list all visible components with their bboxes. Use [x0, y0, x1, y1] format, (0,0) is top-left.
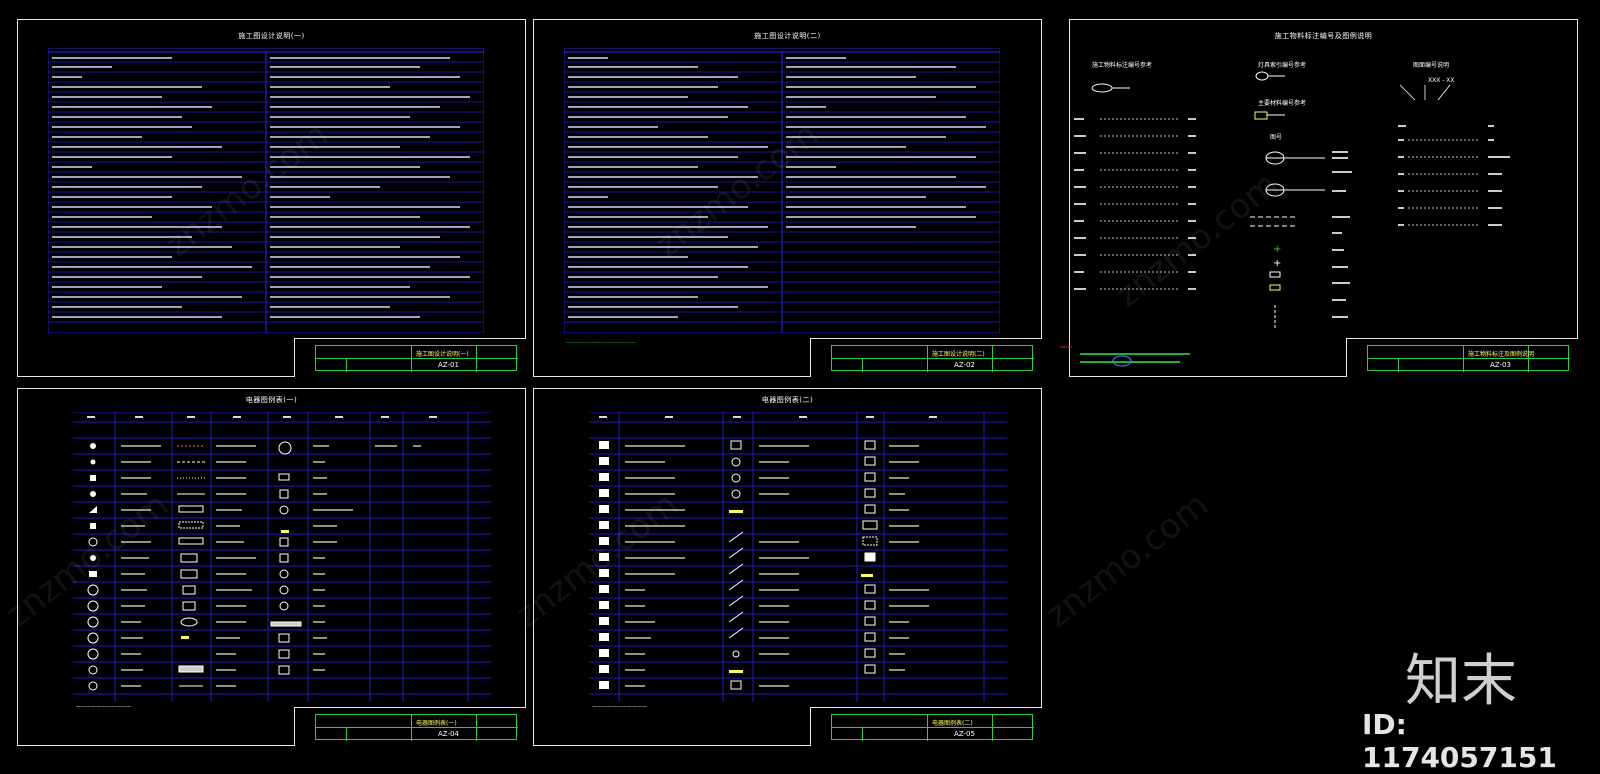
sheet-4-table-graphic [73, 412, 491, 702]
drawing-sheet-5[interactable]: 电器图例表(二) ——————————— 电器图例表(二) AZ-05 [533, 388, 1042, 746]
svg-text:+: + [1273, 244, 1281, 255]
sheet-4-name: 电器图例表(一) [416, 720, 457, 727]
sheet-5-code: AZ-05 [954, 730, 975, 738]
sheet-3-footnote-graphic [1060, 346, 1190, 367]
asset-id: ID: 1174057151 [1362, 708, 1557, 774]
sheet-4-note: ——————————— [76, 704, 131, 710]
brand-logo: 知末 [1405, 649, 1517, 714]
sheet-3-name: 施工物料标注及图例说明 [1468, 351, 1535, 358]
sheet-5-name: 电器图例表(二) [932, 720, 973, 727]
legend-symbols-graphic: + + [1074, 71, 1510, 330]
sheet-4-titleblock: 电器图例表(一) AZ-04 [315, 714, 518, 741]
sheet-5-legend-table [589, 412, 1007, 702]
sheet-5-table-graphic [589, 412, 1007, 702]
drawing-sheet-3[interactable]: 施工物料标注编号及图例说明 施工物料标注编号参考 灯具索引编号参考 主要材料编号… [1069, 19, 1578, 377]
sheet-3-titleblock: 施工物料标注及图例说明 AZ-03 [1367, 345, 1570, 372]
sheet-2-titleblock: 施工图设计说明(二) AZ-02 [831, 345, 1034, 372]
sheet-3-code: AZ-03 [1490, 361, 1511, 369]
sheet-2-text-panel [564, 48, 1000, 333]
sheet-1-code: AZ-01 [438, 361, 459, 369]
sheet-2-code: AZ-02 [954, 361, 975, 369]
sheet-2-name: 施工图设计说明(二) [932, 351, 985, 358]
sheet-5-note: ——————————— [592, 704, 647, 710]
sheet-5-titleblock: 电器图例表(二) AZ-05 [831, 714, 1034, 741]
sheet-1-text-panel [48, 48, 484, 333]
legend-graphic: + + [1070, 20, 1579, 340]
drawing-sheet-2[interactable]: 施工图设计说明(二) —————————————— 施工图设计说明(二) AZ-… [533, 19, 1042, 377]
sheet-1-notes-graphic [48, 48, 484, 333]
drawing-sheet-1[interactable]: 施工图设计说明(一) 施工图设计说明(一) AZ-01 [17, 19, 526, 377]
sheet-2-note: —————————————— [566, 340, 636, 346]
sheet-2-notes-graphic [564, 48, 1000, 333]
drawing-sheet-4[interactable]: 电器图例表(一) ——————————— 电器图例表(一) AZ-04 [17, 388, 526, 746]
sheet-5-title: 电器图例表(二) [761, 396, 814, 404]
sheet-1-titleblock: 施工图设计说明(一) AZ-01 [315, 345, 518, 372]
svg-text:+: + [1273, 258, 1281, 269]
sheet-1-name: 施工图设计说明(一) [416, 351, 469, 358]
watermark: znzmo.com [1038, 484, 1216, 636]
sheet-2-title: 施工图设计说明(二) [754, 32, 821, 40]
sheet-4-legend-table [73, 412, 491, 702]
sheet-4-code: AZ-04 [438, 730, 459, 738]
sheet-1-title: 施工图设计说明(一) [238, 32, 305, 40]
sheet-4-title: 电器图例表(一) [245, 396, 298, 404]
